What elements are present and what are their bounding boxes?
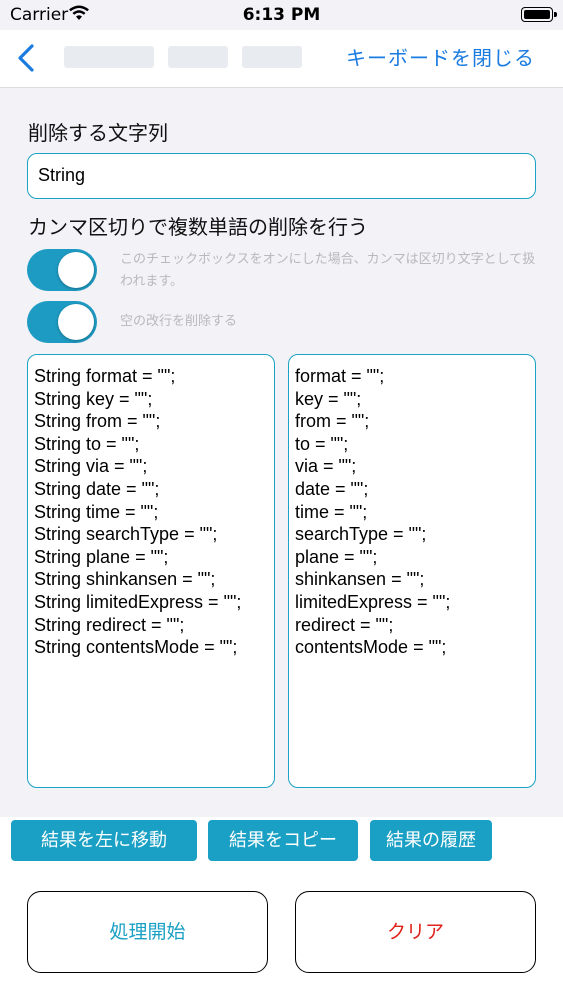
nav-bar: キーボードを閉じる bbox=[0, 30, 563, 88]
delete-string-input[interactable]: String bbox=[27, 153, 536, 199]
start-processing-button[interactable]: 処理開始 bbox=[27, 891, 268, 973]
status-bar: Carrier 6:13 PM bbox=[0, 0, 563, 30]
close-keyboard-button[interactable]: キーボードを閉じる bbox=[346, 42, 535, 71]
comma-mode-label: カンマ区切りで複数単語の削除を行う bbox=[28, 215, 368, 239]
comma-delimiter-caption: このチェックボックスをオンにした場合、カンマは区切り文字として扱われます。 bbox=[120, 252, 536, 289]
ghost-button bbox=[242, 46, 302, 68]
input-text-area[interactable]: String format = ""; String key = ""; Str… bbox=[27, 354, 275, 788]
result-history-button[interactable]: 結果の履歴 bbox=[370, 820, 492, 861]
remove-empty-lines-caption: 空の改行を削除する bbox=[120, 314, 238, 329]
toggle-knob bbox=[58, 252, 94, 288]
clear-button[interactable]: クリア bbox=[295, 891, 536, 973]
ghost-button bbox=[64, 46, 154, 68]
back-button[interactable] bbox=[10, 38, 46, 78]
output-text-area[interactable]: format = ""; key = ""; from = ""; to = "… bbox=[288, 354, 536, 788]
chevron-left-icon bbox=[18, 44, 34, 72]
nav-ghost-buttons bbox=[64, 46, 302, 68]
move-result-left-button[interactable]: 結果を左に移動 bbox=[11, 820, 197, 861]
copy-result-button[interactable]: 結果をコピー bbox=[208, 820, 358, 861]
toggle-knob bbox=[58, 304, 94, 340]
delete-string-label: 削除する文字列 bbox=[28, 121, 168, 145]
clock: 6:13 PM bbox=[242, 5, 321, 25]
comma-delimiter-toggle[interactable] bbox=[27, 249, 97, 291]
battery-icon bbox=[521, 7, 557, 22]
remove-empty-lines-toggle[interactable] bbox=[27, 301, 97, 343]
ghost-button bbox=[168, 46, 228, 68]
